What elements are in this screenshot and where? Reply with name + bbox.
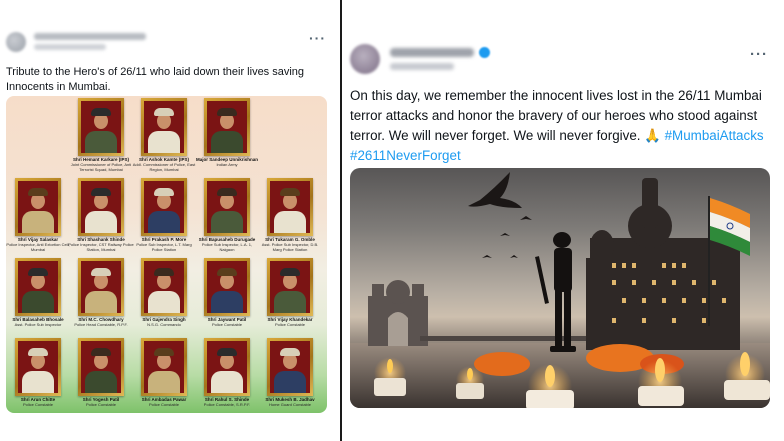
hero-portrait: [15, 178, 61, 236]
left-post-header: ···: [6, 30, 334, 54]
verified-badge-icon: [479, 47, 490, 58]
hero-portrait: [78, 178, 124, 236]
hero-title: Police Constable: [274, 322, 306, 327]
hero-portrait: [141, 98, 187, 156]
hero-caption: Shri Arun Chitte Police Constable: [6, 397, 71, 407]
hero-title: Asst. Police Sub Inspector: [14, 322, 62, 327]
hero-title: Police Constable: [85, 402, 117, 407]
hero-title: Police Constable: [22, 402, 54, 407]
hero-portrait: [204, 338, 250, 396]
hero-title: Police Sub Inspector, L.A. 1, Naigaon: [201, 242, 253, 252]
author-avatar[interactable]: [350, 44, 380, 74]
hero-title: Joint Commissioner of Police, Anti Terro…: [70, 162, 132, 172]
author-handle-blurred: [34, 44, 106, 50]
left-post: ··· Tribute to the Hero's of 26/11 who l…: [0, 0, 340, 441]
hero-portrait: [78, 338, 124, 396]
hero-portrait: [204, 258, 250, 316]
hero-caption: Shri Ambadas Pawar Police Constable: [131, 397, 197, 407]
soldier-silhouette: [535, 232, 576, 352]
more-options-icon[interactable]: ···: [750, 46, 768, 63]
hero-title: Police Head Constable, R.P.F.: [74, 322, 128, 327]
hero-caption: Shri Shashank Shinde Police Inspector, CS…: [68, 237, 134, 252]
tribute-image[interactable]: Shri Hemant Karkare (IPS) Joint Commissio…: [6, 96, 327, 413]
hero-caption: Shri Tukaram G. Omble Asst. Police Sub In…: [257, 237, 323, 252]
gateway-of-india: [368, 280, 428, 346]
hashtag-link[interactable]: #2611NeverForget: [350, 148, 461, 163]
hero-title: Asst. Police Sub Inspector, D.B. Marg Po…: [261, 242, 319, 252]
hero-title: Police Sub Inspector, L.T. Marg Police S…: [136, 242, 192, 252]
hero-caption: Shri Yogesh Patil Police Constable: [68, 397, 134, 407]
hero-portrait: [78, 98, 124, 156]
hero-title: Indian Army: [216, 162, 238, 167]
memorial-image[interactable]: [350, 168, 770, 408]
hero-caption: Shri Prakash P. More Police Sub Inspector…: [131, 237, 197, 252]
hero-portrait: [15, 338, 61, 396]
hero-portrait: [267, 258, 313, 316]
hero-title: Police Constable: [211, 322, 243, 327]
hero-portrait: [204, 178, 250, 236]
author-avatar[interactable]: [6, 32, 26, 52]
hashtag-link[interactable]: #MumbaiAttacks: [665, 128, 764, 143]
right-post: ··· On this day, we remember the innocen…: [342, 0, 784, 441]
hero-caption: Shri Balasaheb Bhosale Asst. Police Sub I…: [6, 317, 71, 327]
hero-title: Police Constable: [148, 402, 180, 407]
hero-caption: Shri Jaywant Patil Police Constable: [194, 317, 260, 327]
hero-title: Police Inspector, Anti Extortion Cell, M…: [6, 242, 70, 252]
author-name-blurred[interactable]: [34, 33, 146, 40]
author-handle-blurred: [390, 63, 454, 70]
hero-portrait: [267, 178, 313, 236]
hero-portrait: [204, 98, 250, 156]
hero-portrait: [141, 258, 187, 316]
memorial-scene-svg: [350, 172, 770, 408]
author-name-blurred[interactable]: [390, 48, 474, 57]
hero-caption: Shri Ashok Kamte (IPS) Addl. Commissioner…: [131, 157, 197, 172]
hero-title: Police Inspector, CST Railway Police Sta…: [68, 242, 134, 252]
hero-title: Home Guard Constable: [268, 402, 312, 407]
hero-caption: Shri Bapusaheb Durugade Police Sub Inspec…: [194, 237, 260, 252]
hero-portrait: [141, 338, 187, 396]
hero-caption: Shri Hemant Karkare (IPS) Joint Commissio…: [68, 157, 134, 172]
hero-caption: Major Sandeep Unnikrishnan Indian Army: [194, 157, 260, 167]
hero-portrait: [141, 178, 187, 236]
hero-title: Addl. Commissioner of Police, East Regio…: [132, 162, 196, 172]
hero-caption: Shri Mukesh B. Jadhav Home Guard Constabl…: [257, 397, 323, 407]
more-options-icon[interactable]: ···: [309, 30, 326, 46]
hero-portrait: [15, 258, 61, 316]
post-text: On this day, we remember the innocent li…: [350, 86, 775, 166]
hero-title: Police Constable, S.R.P.F.: [203, 402, 251, 407]
hero-title: N.S.G. Commando: [147, 322, 181, 327]
hero-caption: Shri Gajendra Singh N.S.G. Commando: [131, 317, 197, 327]
hero-caption: Shri Vijay Salaskar Police Inspector, Ant…: [6, 237, 71, 252]
hero-caption: Shri M.C. Chowdhary Police Head Constable…: [68, 317, 134, 327]
hero-caption: Shri Vijay Khandekar Police Constable: [257, 317, 323, 327]
hero-portrait: [78, 258, 124, 316]
hero-portrait: [267, 338, 313, 396]
right-post-header: ···: [350, 44, 780, 76]
post-text: Tribute to the Hero's of 26/11 who laid …: [6, 66, 305, 93]
dove-icon: [468, 172, 532, 258]
hero-caption: Shri Rahul S. Shinde Police Constable, S.…: [194, 397, 260, 407]
